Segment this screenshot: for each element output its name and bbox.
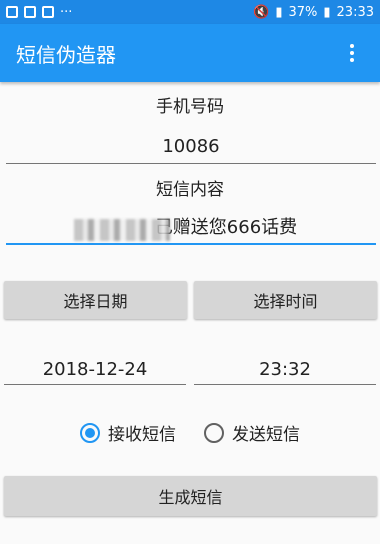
battery-text: 37% <box>288 4 318 20</box>
select-date-button[interactable]: 选择日期 <box>4 281 187 319</box>
content-label: 短信内容 <box>156 180 224 200</box>
app-icon <box>42 6 54 18</box>
blurred-text <box>74 219 170 241</box>
message-type-radio-group: 接收短信 发送短信 <box>0 420 380 445</box>
radio-checked-icon <box>80 422 100 443</box>
receive-label: 接收短信 <box>108 425 176 445</box>
notification-icons: ··· <box>6 5 72 20</box>
generate-sms-button[interactable]: 生成短信 <box>4 476 377 516</box>
phone-input[interactable]: 10086 <box>6 130 376 164</box>
app-title: 短信伪造器 <box>16 42 116 67</box>
notification-icon <box>6 6 18 18</box>
image-icon <box>24 6 36 18</box>
send-label: 发送短信 <box>232 425 300 445</box>
app-bar: 短信伪造器 <box>0 24 380 82</box>
content-input[interactable]: 己赠送您666话费 <box>6 211 376 245</box>
send-radio[interactable]: 发送短信 <box>204 420 300 445</box>
date-field[interactable]: 2018-12-24 <box>4 355 186 385</box>
phone-label: 手机号码 <box>156 97 224 117</box>
mute-icon: 🔇 <box>253 4 270 20</box>
receive-radio[interactable]: 接收短信 <box>80 420 176 445</box>
battery-icon: ▮ <box>323 4 331 20</box>
signal-icon: ▮ <box>275 4 283 20</box>
overflow-menu-icon[interactable] <box>340 41 364 65</box>
select-time-button[interactable]: 选择时间 <box>194 281 377 319</box>
time-field[interactable]: 23:32 <box>194 355 376 385</box>
clock: 23:33 <box>336 4 374 20</box>
status-bar: ··· 🔇 ▮ 37% ▮ 23:33 <box>0 0 380 24</box>
more-notifications-icon: ··· <box>60 4 73 20</box>
radio-unchecked-icon <box>204 422 224 443</box>
